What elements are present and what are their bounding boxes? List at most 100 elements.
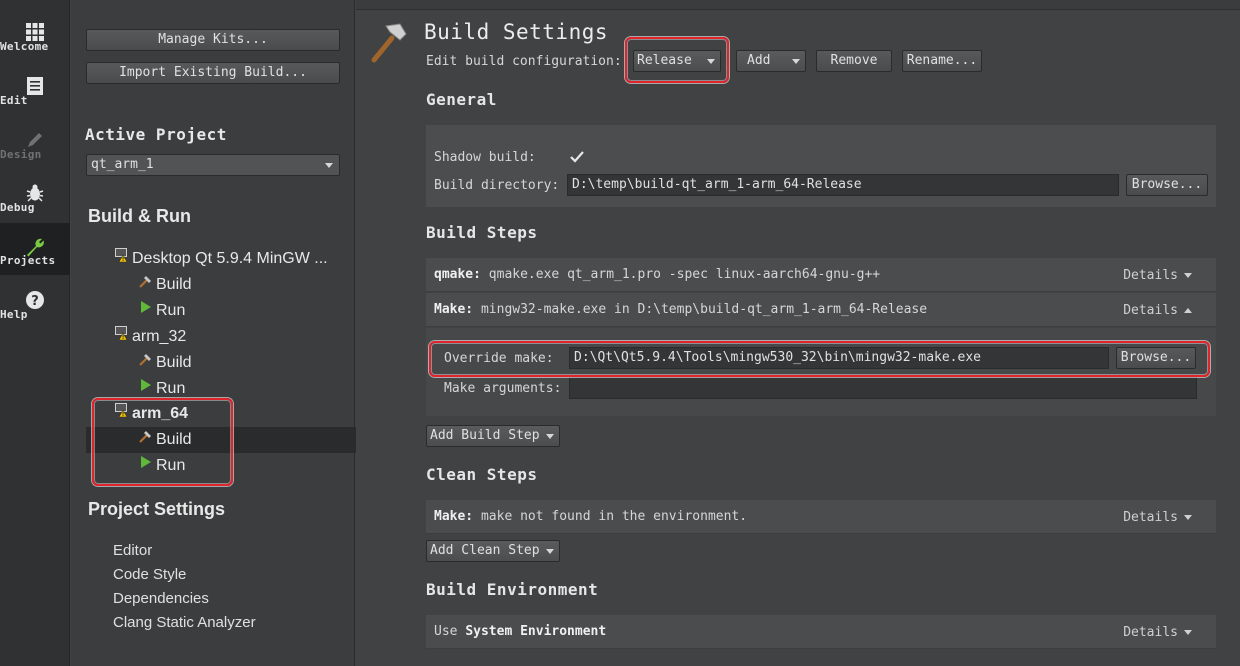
import-existing-build-button[interactable]: Import Existing Build...: [86, 62, 340, 84]
mode-welcome[interactable]: Welcome: [0, 14, 70, 66]
active-project-title: Active Project: [85, 125, 227, 144]
shadow-build-label: Shadow build:: [434, 150, 536, 165]
chevron-down-icon: [325, 163, 333, 168]
run-play-icon: [138, 376, 156, 402]
run-play-icon: [138, 453, 156, 479]
project-settings-dependencies[interactable]: Dependencies: [113, 590, 209, 607]
help-icon: ?: [0, 282, 70, 309]
add-config-button[interactable]: Add: [736, 50, 806, 72]
project-settings-editor[interactable]: Editor: [113, 542, 152, 559]
project-settings-title: Project Settings: [88, 499, 226, 519]
chevron-down-icon: [1184, 630, 1192, 635]
mode-edit[interactable]: Edit: [0, 68, 70, 120]
qmake-details-label: Details: [1123, 268, 1178, 283]
document-icon: [0, 68, 70, 95]
mode-bar: Welcome Edit Design Debug Projects ? Hel…: [0, 0, 70, 666]
make-arguments-label: Make arguments:: [444, 381, 562, 396]
kit-warning-icon: [114, 324, 132, 350]
top-strip: [356, 0, 1240, 10]
chevron-down-icon: [792, 59, 800, 64]
manage-kits-button[interactable]: Manage Kits...: [86, 29, 340, 51]
clean-make-step-row[interactable]: Make: make not found in the environment.…: [426, 500, 1216, 534]
override-make-field[interactable]: D:\Qt\Qt5.9.4\Tools\mingw530_32\bin\ming…: [569, 347, 1109, 369]
add-config-label: Add: [747, 53, 771, 68]
mode-projects[interactable]: Projects: [0, 223, 70, 275]
kit-arm32[interactable]: arm_32: [114, 324, 186, 350]
add-clean-step-button[interactable]: Add Clean Step: [426, 540, 560, 562]
clean-make-key: Make:: [434, 509, 474, 524]
remove-config-button[interactable]: Remove: [816, 50, 892, 72]
clean-details-toggle[interactable]: Details: [1123, 510, 1192, 525]
mode-debug-label: Debug: [0, 201, 35, 214]
project-settings-clang-static-analyzer[interactable]: Clang Static Analyzer: [113, 614, 256, 631]
build-env-value: System Environment: [465, 624, 607, 639]
mode-help[interactable]: ? Help: [0, 282, 70, 334]
make-step-row[interactable]: Make: mingw32-make.exe in D:\temp\build-…: [426, 293, 1216, 327]
edit-config-label: Edit build configuration:: [426, 54, 622, 69]
kit-arm64[interactable]: arm_64: [114, 401, 188, 427]
override-make-browse-button[interactable]: Browse...: [1116, 347, 1196, 369]
build-env-details-toggle[interactable]: Details: [1123, 625, 1192, 640]
build-config-select[interactable]: Release: [633, 50, 721, 72]
active-project-select[interactable]: qt_arm_1: [86, 154, 340, 176]
svg-text:?: ?: [31, 294, 39, 309]
kit-arm64-run[interactable]: Run: [138, 453, 185, 479]
general-panel: Shadow build: Build directory: D:\temp\b…: [426, 125, 1216, 207]
chevron-down-icon: [546, 549, 554, 554]
add-clean-step-label: Add Clean Step: [430, 543, 540, 558]
hammer-icon: [138, 350, 156, 376]
build-environment-title: Build Environment: [426, 580, 599, 599]
kit-desktop-label: Desktop Qt 5.9.4 MinGW ...: [132, 250, 328, 268]
kit-desktop-build[interactable]: Build: [138, 272, 192, 298]
add-build-step-button[interactable]: Add Build Step: [426, 425, 560, 447]
mode-projects-label: Projects: [0, 254, 56, 267]
mode-help-label: Help: [0, 308, 28, 321]
clean-make-summary: make not found in the environment.: [480, 509, 748, 524]
mode-design[interactable]: Design: [0, 122, 70, 174]
build-env-use-label: Use: [434, 624, 458, 639]
kit-desktop-run-label: Run: [156, 302, 186, 320]
mode-debug[interactable]: Debug: [0, 175, 70, 227]
page-title: Build Settings: [424, 20, 609, 44]
clean-details-label: Details: [1123, 510, 1178, 525]
make-details-toggle[interactable]: Details: [1123, 303, 1192, 318]
kit-arm32-build-label: Build: [156, 354, 192, 372]
kit-arm64-build[interactable]: Build: [138, 427, 192, 453]
kit-desktop[interactable]: Desktop Qt 5.9.4 MinGW ...: [114, 246, 328, 272]
make-step-key: Make:: [434, 302, 474, 317]
build-run-title: Build & Run: [88, 206, 191, 226]
kit-arm32-run[interactable]: Run: [138, 376, 185, 402]
kit-arm64-build-label: Build: [156, 431, 192, 449]
qmake-details-toggle[interactable]: Details: [1123, 268, 1192, 283]
chevron-down-icon: [546, 434, 554, 439]
kit-arm32-build[interactable]: Build: [138, 350, 192, 376]
hammer-icon: [370, 20, 410, 68]
project-settings-code-style[interactable]: Code Style: [113, 566, 186, 583]
kit-arm32-run-label: Run: [156, 380, 186, 398]
build-directory-browse-button[interactable]: Browse...: [1126, 174, 1208, 196]
make-arguments-field[interactable]: [569, 377, 1197, 399]
build-env-details-label: Details: [1123, 625, 1178, 640]
qmake-step-row[interactable]: qmake: qmake.exe qt_arm_1.pro -spec linu…: [426, 258, 1216, 292]
chevron-down-icon: [1184, 273, 1192, 278]
build-environment-row[interactable]: Use System Environment Details: [426, 615, 1216, 649]
checkmark-icon: [570, 151, 584, 163]
mode-edit-label: Edit: [0, 94, 28, 107]
chevron-down-icon: [1184, 515, 1192, 520]
pencil-icon: [0, 122, 70, 148]
mode-welcome-label: Welcome: [0, 40, 49, 53]
hammer-icon: [138, 272, 156, 298]
make-step-summary: mingw32-make.exe in D:\temp\build-qt_arm…: [480, 302, 928, 317]
active-project-value: qt_arm_1: [91, 157, 154, 172]
kit-desktop-run[interactable]: Run: [138, 298, 185, 324]
shadow-build-checkbox[interactable]: [569, 149, 585, 165]
chevron-down-icon: [707, 59, 715, 64]
rename-config-button[interactable]: Rename...: [902, 50, 982, 72]
build-config-value: Release: [637, 53, 692, 68]
build-directory-field[interactable]: D:\temp\build-qt_arm_1-arm_64-Release: [567, 174, 1119, 196]
build-settings-panel: Build Settings Edit build configuration:…: [356, 0, 1240, 666]
add-build-step-label: Add Build Step: [430, 428, 540, 443]
kit-warning-icon: [114, 401, 132, 427]
tree-selection-highlight: [86, 427, 356, 453]
build-steps-title: Build Steps: [426, 223, 538, 242]
